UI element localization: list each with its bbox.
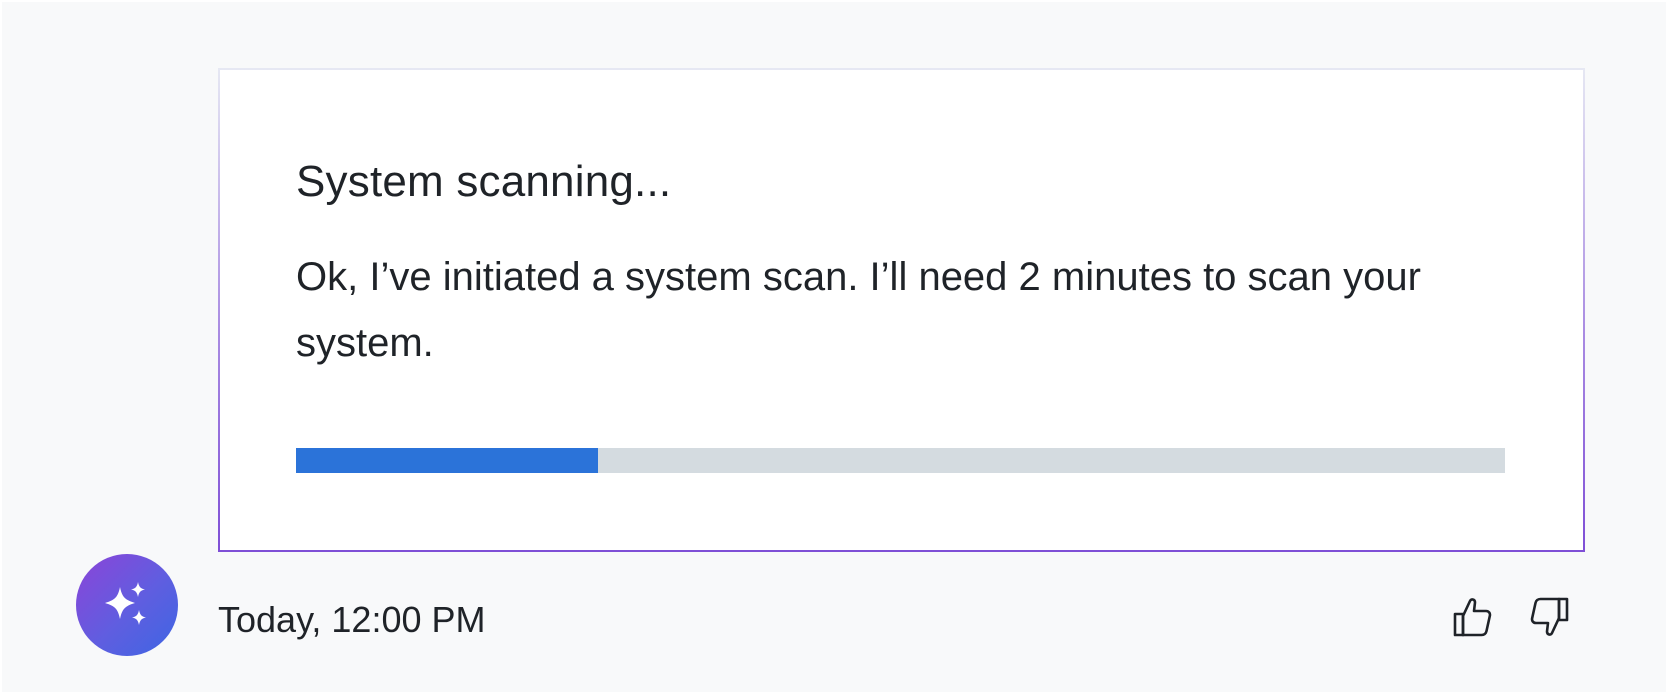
message-title: System scanning... (296, 157, 672, 206)
scan-progress-bar (296, 448, 1505, 473)
thumbs-up-icon (1453, 598, 1492, 637)
chat-canvas: System scanning... Ok, I’ve initiated a … (2, 2, 1666, 692)
message-card-body: System scanning... Ok, I’ve initiated a … (220, 70, 1583, 550)
assistant-message-card: System scanning... Ok, I’ve initiated a … (218, 68, 1585, 552)
scan-progress-fill (296, 448, 599, 473)
message-timestamp: Today, 12:00 PM (218, 599, 486, 640)
assistant-avatar (76, 554, 178, 656)
thumbs-up-button[interactable] (1450, 594, 1496, 640)
thumbs-down-icon (1530, 597, 1569, 636)
sparkles-icon (105, 582, 146, 625)
message-text: Ok, I’ve initiated a system scan. I’ll n… (296, 255, 1421, 365)
thumbs-down-button[interactable] (1526, 594, 1572, 640)
